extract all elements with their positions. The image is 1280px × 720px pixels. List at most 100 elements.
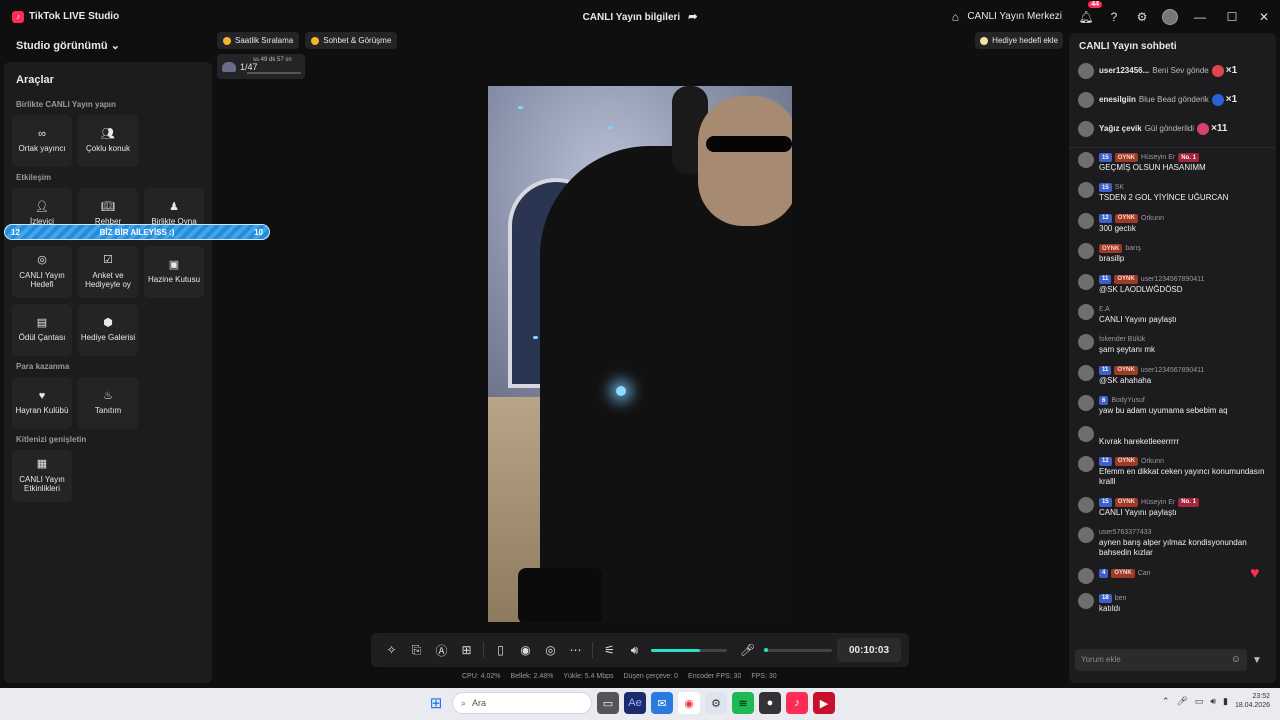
- camera-icon[interactable]: ◎: [538, 638, 563, 663]
- ai-icon[interactable]: Ⓐ: [429, 638, 454, 663]
- chevron-up-icon[interactable]: ⌃: [1162, 696, 1170, 707]
- chat-username[interactable]: user1234567890411: [1141, 367, 1205, 374]
- avatar[interactable]: [1078, 303, 1094, 320]
- more-icon[interactable]: ⋯: [563, 638, 588, 663]
- tile-reward-bag[interactable]: ▤ Ödül Çantası: [12, 304, 72, 356]
- close-icon[interactable]: ✕: [1248, 10, 1280, 24]
- chat-username[interactable]: user5763377433: [1099, 529, 1152, 536]
- volume-slider[interactable]: [651, 648, 727, 652]
- microphone-tray-icon[interactable]: 🎤︎: [1176, 696, 1187, 707]
- chat-username[interactable]: SK: [1115, 184, 1124, 191]
- avatar[interactable]: [1078, 273, 1094, 290]
- avatar[interactable]: [1078, 62, 1094, 79]
- live-center-button[interactable]: ⌂ CANLI Yayın Merkezi: [941, 7, 1062, 27]
- tile-fan-club[interactable]: ♥ Hayran Kulübü: [12, 377, 72, 429]
- magic-wand-icon[interactable]: ✧: [379, 638, 404, 663]
- avatar[interactable]: [1078, 527, 1094, 544]
- chat-message[interactable]: 11 OYNK user1234567890411 @SK LAODLWĞDÖSD: [1069, 273, 1276, 295]
- tile-multiguest[interactable]: 👥︎ Çoklu konuk: [78, 115, 138, 167]
- chat-message[interactable]: 11 OYNK user1234567890411 @SK ahahaha: [1069, 364, 1276, 386]
- chat-message[interactable]: İskender Bülük şam şeytanı mk: [1069, 334, 1276, 355]
- task-view-icon[interactable]: ▭: [597, 692, 619, 714]
- help-icon[interactable]: ?: [1104, 7, 1124, 27]
- gift-row[interactable]: Yağız çevik Gül gönderildi ×11: [1069, 114, 1276, 143]
- avatar[interactable]: [1078, 120, 1094, 137]
- battery-icon[interactable]: ▮: [1223, 696, 1228, 707]
- gear-icon[interactable]: ⚙: [1132, 7, 1152, 27]
- avatar[interactable]: [1078, 334, 1094, 351]
- chat-message[interactable]: user5763377433 aynen barış alper yılmaz k…: [1069, 527, 1276, 559]
- settings-app-icon[interactable]: ⚙: [705, 692, 727, 714]
- avatar[interactable]: [1078, 425, 1094, 442]
- profile-avatar[interactable]: [1160, 7, 1180, 27]
- app-icon[interactable]: ●: [759, 692, 781, 714]
- spotify-icon[interactable]: ≋: [732, 692, 754, 714]
- studio-view-dropdown[interactable]: Studio görünümü ⌄: [4, 33, 212, 57]
- microphone-icon[interactable]: 🎤︎: [735, 638, 760, 663]
- tile-treasure[interactable]: ▣ Hazine Kutusu: [144, 246, 204, 298]
- network-icon[interactable]: ▭: [1195, 696, 1204, 707]
- translate-icon[interactable]: ⎘: [404, 638, 429, 663]
- gift-sender-name[interactable]: Yağız çevik: [1099, 124, 1142, 133]
- live-video-preview[interactable]: [488, 86, 792, 622]
- gift-sender-name[interactable]: user123456...: [1099, 66, 1149, 75]
- add-gift-goal-button[interactable]: Hediye hedefi ekle: [975, 32, 1063, 49]
- comment-input[interactable]: Yorum ekle ☺: [1075, 649, 1247, 671]
- chat-username[interactable]: Can: [1138, 570, 1151, 577]
- chrome-icon[interactable]: ◉: [678, 692, 700, 714]
- tile-live-events[interactable]: ▦ CANLI Yayın Etkinlikleri: [12, 450, 72, 502]
- chat-username[interactable]: Hüseyin Er: [1141, 499, 1175, 506]
- system-clock[interactable]: 23:52 18.04.2026: [1235, 692, 1270, 710]
- chat-message[interactable]: 15 OYNK Hüseyin Er No. 1 CANLI Yayını paylaş…: [1069, 496, 1276, 518]
- chat-message[interactable]: 6 BodyYusuf yaw bu adam uyumama sebebim aq: [1069, 395, 1276, 416]
- volume-icon[interactable]: 🔊︎: [1210, 696, 1216, 707]
- record-icon[interactable]: ◉: [513, 638, 538, 663]
- avatar[interactable]: [1078, 455, 1094, 472]
- avatar[interactable]: [1078, 91, 1094, 108]
- phone-icon[interactable]: ▯: [488, 638, 513, 663]
- avatar[interactable]: [1078, 496, 1094, 513]
- tile-cohost[interactable]: ∞ Ortak yayıncı: [12, 115, 72, 167]
- avatar[interactable]: [1078, 182, 1094, 199]
- chat-message-list[interactable]: 15 OYNK Hüseyin Er No. 1 GEÇMİŞ OLSUN HASANI…: [1069, 152, 1276, 614]
- chat-username[interactable]: user1234567890411: [1141, 276, 1205, 283]
- outlook-icon[interactable]: ✉: [651, 692, 673, 714]
- chat-message[interactable]: 12 OYNK Orkunn 300 gectık: [1069, 212, 1276, 234]
- avatar[interactable]: [1078, 592, 1094, 609]
- avatar[interactable]: [1078, 212, 1094, 229]
- gift-sender-name[interactable]: enesilgiin: [1099, 95, 1136, 104]
- taskbar-search[interactable]: ⌕ Ara: [452, 692, 592, 714]
- live-studio-icon[interactable]: ▶: [813, 692, 835, 714]
- share-icon[interactable]: ➦: [688, 11, 697, 23]
- mini-widget[interactable]: 1/47 ss 49 dk 57 sn: [217, 54, 305, 79]
- avatar[interactable]: [1078, 364, 1094, 381]
- chat-username[interactable]: Hüseyin Er: [1141, 154, 1175, 161]
- chat-message[interactable]: 15 OYNK Hüseyin Er No. 1 GEÇMİŞ OLSUN HASANI…: [1069, 152, 1276, 173]
- chat-username[interactable]: ben: [1115, 595, 1127, 602]
- minimize-icon[interactable]: —: [1184, 10, 1216, 24]
- chat-message[interactable]: 12 OYNK Orkunn Efemm en dikkat ceken yayınc…: [1069, 455, 1276, 488]
- tile-gift-gallery[interactable]: ⬢ Hediye Galerisi: [78, 304, 138, 356]
- windows-start-icon[interactable]: ⊞: [425, 692, 447, 714]
- chat-message[interactable]: 4 OYNK Can: [1069, 567, 1276, 584]
- chat-username[interactable]: BodyYusuf: [1111, 397, 1144, 404]
- speaker-icon[interactable]: 🔊︎: [622, 638, 647, 663]
- maximize-icon[interactable]: ☐: [1216, 10, 1248, 24]
- chat-username[interactable]: İskender Bülük: [1099, 336, 1145, 343]
- gift-row[interactable]: user123456... Beni Sev gönde ×1: [1069, 56, 1276, 85]
- avatar[interactable]: [1078, 152, 1094, 168]
- tile-poll[interactable]: ☑ Anket ve Hediyeyle oy: [78, 246, 138, 298]
- bell-icon[interactable]: 🔔︎ 44: [1076, 0, 1102, 27]
- chat-message[interactable]: OYNK barış brasillp: [1069, 243, 1276, 264]
- hourly-ranking-chip[interactable]: Saatlik Sıralama: [217, 32, 300, 49]
- avatar[interactable]: [1078, 567, 1094, 584]
- chat-call-chip[interactable]: Sohbet & Görüşme: [305, 32, 398, 49]
- add-source-icon[interactable]: ⊞: [454, 638, 479, 663]
- tiktok-icon[interactable]: ♪: [786, 692, 808, 714]
- emoji-icon[interactable]: ☺: [1231, 654, 1241, 665]
- chat-username[interactable]: Ɛ.A: [1099, 306, 1110, 313]
- avatar[interactable]: [1078, 395, 1094, 412]
- avatar[interactable]: [1078, 243, 1094, 260]
- chat-username[interactable]: barış: [1125, 245, 1141, 252]
- settings-sliders-icon[interactable]: ⚟: [597, 638, 622, 663]
